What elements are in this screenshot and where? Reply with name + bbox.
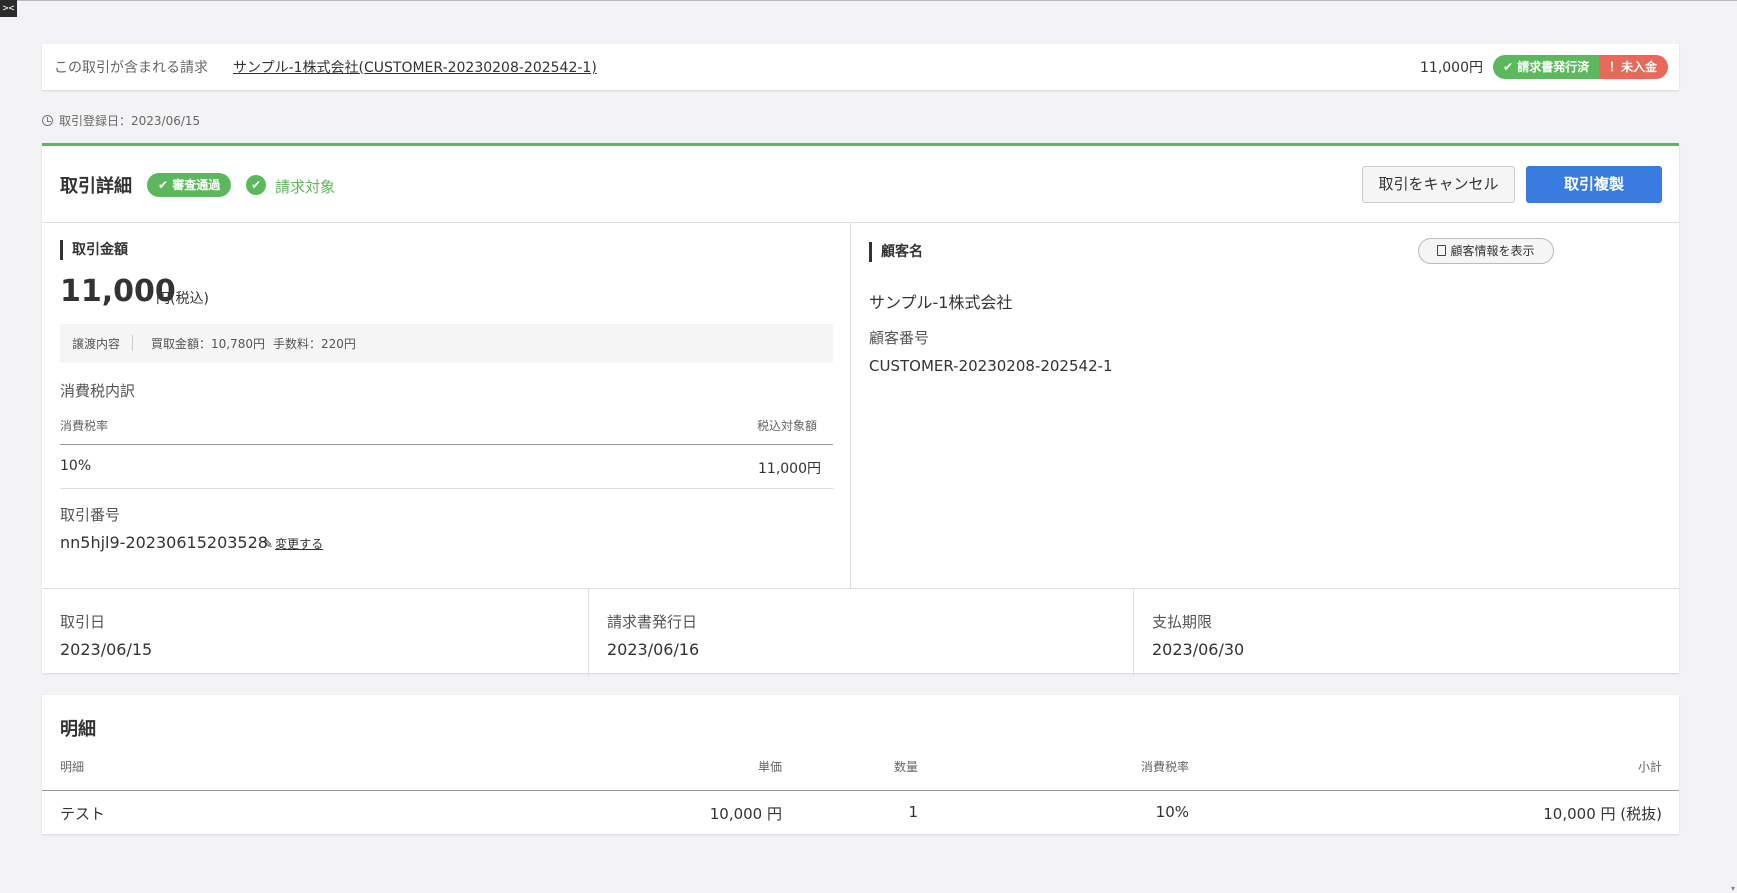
taxable-amount-value: 11,000円 [758, 461, 821, 477]
unpaid-badge: ！未入金 [1599, 55, 1668, 79]
transfer-label: 譲渡内容 [72, 337, 121, 351]
transaction-date-label: 取引日 [60, 613, 106, 631]
invoice-issue-date-cell: 請求書発行日 2023/06/16 [588, 589, 1133, 677]
purchase-amount: 買取金額：10,780円 [151, 337, 265, 351]
item-subtotal: 10,000 円 (税抜) [1543, 805, 1662, 823]
tax-rate-value: 10% [60, 458, 92, 474]
transaction-number: nn5hjl9-20230615203528 [60, 533, 268, 552]
subtotal-header: 小計 [1637, 760, 1662, 774]
cancel-transaction-button[interactable]: 取引をキャンセル [1362, 166, 1515, 203]
unit-price-header: 単価 [757, 760, 782, 774]
customer-name: サンプル-1株式会社 [869, 293, 1013, 312]
show-customer-info-button[interactable]: 顧客情報を表示 [1418, 238, 1554, 264]
divider [60, 444, 833, 445]
transaction-date-cell: 取引日 2023/06/15 [42, 589, 588, 677]
clock-icon [42, 115, 53, 126]
divider [60, 488, 833, 489]
quantity-header: 数量 [893, 760, 918, 774]
sidebar-toggle-icon[interactable]: >< [0, 0, 17, 17]
item-quantity: 1 [908, 803, 918, 821]
registration-date: 取引登録日：2023/06/15 [42, 112, 200, 129]
window-top-border [0, 0, 1737, 1]
invoice-bar-label: この取引が含まれる請求 [54, 60, 208, 76]
dates-row: 取引日 2023/06/15 請求書発行日 2023/06/16 支払期限 20… [42, 588, 1679, 677]
item-name: テスト [60, 805, 106, 823]
amount-section-heading: 取引金額 [60, 240, 128, 260]
tax-breakdown-title: 消費税内訳 [60, 382, 136, 400]
change-transaction-number-link[interactable]: ✎ 変更する [263, 535, 323, 552]
registration-date-text: 取引登録日：2023/06/15 [59, 114, 201, 128]
scroll-down-icon[interactable]: ▾ [1731, 884, 1735, 893]
invoice-bar: この取引が含まれる請求 サンプル-1株式会社(CUSTOMER-20230208… [42, 44, 1679, 90]
customer-number-label: 顧客番号 [869, 329, 930, 347]
tax-rate-header: 消費税率 [1140, 760, 1189, 774]
customer-pane: 顧客名 顧客情報を表示 サンプル-1株式会社 顧客番号 CUSTOMER-202… [851, 223, 1679, 588]
change-link-label: 変更する [275, 537, 324, 551]
tax-rate-header: 消費税率 [60, 419, 109, 433]
transaction-date-value: 2023/06/15 [60, 640, 153, 659]
payment-due-date-label: 支払期限 [1152, 613, 1213, 631]
line-items-card: 明細 明細 単価 数量 消費税率 小計 テスト 10,000 円 1 10% 1… [42, 695, 1679, 834]
taxable-amount-header: 税込対象額 [757, 419, 818, 433]
customer-number: CUSTOMER-20230208-202542-1 [869, 357, 1113, 375]
duplicate-transaction-button[interactable]: 取引複製 [1526, 166, 1662, 203]
detail-header: 取引詳細 ✔ 審査通過 ✔ 請求対象 取引をキャンセル 取引複製 [42, 146, 1679, 223]
billing-target-label: 請求対象 [275, 178, 336, 196]
payment-due-date-cell: 支払期限 2023/06/30 [1133, 589, 1679, 677]
amount-pane: 取引金額 11,000 円(税込) 譲渡内容 買取金額：10,780円 手数料：… [42, 223, 851, 588]
item-tax-rate: 10% [1155, 803, 1189, 821]
amount-unit: 円(税込) [156, 291, 209, 307]
pencil-icon: ✎ [263, 537, 274, 551]
item-unit-price: 10,000 円 [709, 805, 782, 823]
invoice-link[interactable]: サンプル-1株式会社(CUSTOMER-20230208-202542-1) [233, 57, 597, 77]
show-customer-info-label: 顧客情報を表示 [1450, 244, 1535, 258]
customer-section-heading: 顧客名 [869, 242, 923, 262]
transaction-detail-card: 取引詳細 ✔ 審査通過 ✔ 請求対象 取引をキャンセル 取引複製 取引金額 11… [42, 143, 1679, 677]
fee-amount: 手数料：220円 [273, 337, 356, 351]
id-card-icon [1437, 245, 1447, 256]
invoice-issue-date-label: 請求書発行日 [607, 613, 698, 631]
invoice-issued-badge: ✔ 請求書発行済 [1493, 55, 1599, 79]
detail-title: 取引詳細 [60, 176, 132, 197]
check-circle-icon: ✔ [246, 175, 266, 195]
line-items-title: 明細 [60, 719, 96, 740]
divider [42, 790, 1679, 791]
invoice-amount: 11,000円 [1420, 60, 1483, 76]
transfer-details: 譲渡内容 買取金額：10,780円 手数料：220円 [60, 324, 833, 363]
transaction-number-label: 取引番号 [60, 506, 121, 524]
payment-due-date-value: 2023/06/30 [1152, 640, 1245, 659]
invoice-issue-date-value: 2023/06/16 [607, 640, 700, 659]
divider [132, 335, 133, 351]
review-passed-badge: ✔ 審査通過 [147, 173, 232, 197]
item-name-header: 明細 [60, 760, 85, 774]
